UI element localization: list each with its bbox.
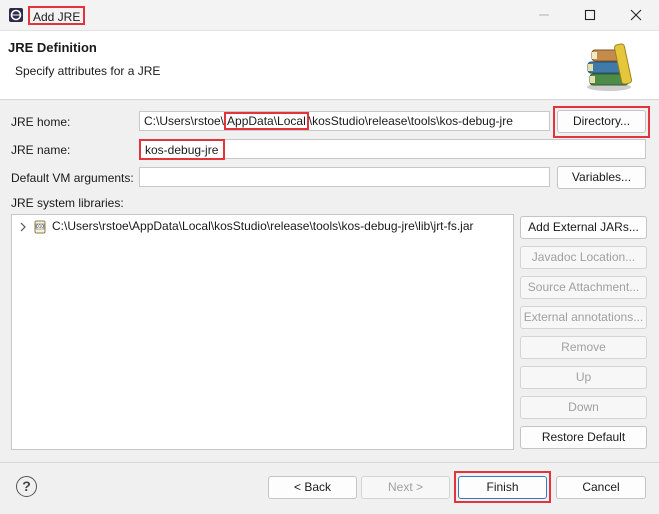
add-external-jars-button[interactable]: Add External JARs... <box>520 216 647 239</box>
svg-text:010: 010 <box>36 224 44 229</box>
down-button[interactable]: Down <box>520 396 647 419</box>
jar-file-icon: 010 <box>34 220 46 234</box>
jre-name-value: kos-debug-jre <box>145 143 219 157</box>
library-path: C:\Users\rstoe\AppData\Local\kosStudio\r… <box>52 219 474 233</box>
source-attachment-button[interactable]: Source Attachment... <box>520 276 647 299</box>
external-annotations-button[interactable]: External annotations... <box>520 306 647 329</box>
vm-args-label: Default VM arguments: <box>11 171 134 185</box>
directory-button[interactable]: Directory... <box>557 110 646 133</box>
cancel-button[interactable]: Cancel <box>556 476 646 499</box>
title-bar: Add JRE <box>0 0 659 31</box>
header-title: JRE Definition <box>8 40 97 55</box>
library-row[interactable]: 010 C:\Users\rstoe\AppData\Local\kosStud… <box>12 218 512 236</box>
footer-separator <box>0 462 659 463</box>
maximize-icon <box>584 9 596 21</box>
jre-home-suffix: \kosStudio\release\tools\kos-debug-jre <box>308 114 513 128</box>
chevron-right-icon[interactable] <box>19 222 27 232</box>
up-button[interactable]: Up <box>520 366 647 389</box>
maximize-button[interactable] <box>567 0 613 30</box>
header-subtitle: Specify attributes for a JRE <box>15 64 161 78</box>
jre-home-label: JRE home: <box>11 115 71 129</box>
eclipse-app-icon <box>9 8 23 22</box>
libraries-label: JRE system libraries: <box>11 196 124 210</box>
vm-args-input[interactable] <box>139 167 550 187</box>
next-button[interactable]: Next > <box>361 476 450 499</box>
back-button[interactable]: < Back <box>268 476 357 499</box>
variables-button[interactable]: Variables... <box>557 166 646 189</box>
help-icon[interactable]: ? <box>16 476 37 497</box>
javadoc-location-button[interactable]: Javadoc Location... <box>520 246 647 269</box>
close-icon <box>630 9 642 21</box>
window-title: Add JRE <box>28 6 86 25</box>
jre-name-label: JRE name: <box>11 143 71 157</box>
jre-home-highlight: AppData\Local <box>224 112 309 130</box>
jre-home-prefix: C:\Users\rstoe\ <box>144 114 225 128</box>
libraries-tree[interactable]: 010 C:\Users\rstoe\AppData\Local\kosStud… <box>11 214 514 450</box>
close-button[interactable] <box>613 0 659 30</box>
minimize-icon <box>539 14 549 16</box>
library-books-icon <box>587 43 632 91</box>
jre-home-input[interactable]: C:\Users\rstoe\ AppData\Local \kosStudio\r… <box>139 111 550 131</box>
minimize-button[interactable] <box>521 0 567 30</box>
restore-default-button[interactable]: Restore Default <box>520 426 647 449</box>
dialog-header: JRE Definition Specify attributes for a … <box>0 31 659 100</box>
finish-button[interactable]: Finish <box>458 476 547 499</box>
remove-button[interactable]: Remove <box>520 336 647 359</box>
